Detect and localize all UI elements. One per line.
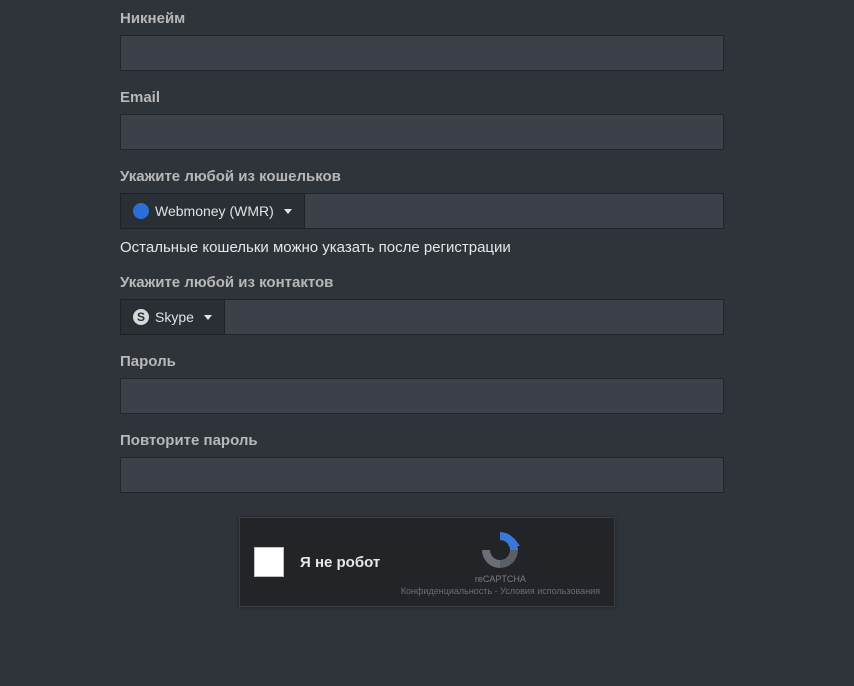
field-wallet: Укажите любой из кошельков Webmoney (WMR… [120, 168, 724, 256]
email-input[interactable] [120, 114, 724, 150]
chevron-down-icon [284, 209, 292, 214]
contact-dropdown[interactable]: S Skype [120, 299, 225, 335]
field-password: Пароль [120, 353, 724, 414]
contact-selected: Skype [155, 309, 194, 325]
password-repeat-input[interactable] [120, 457, 724, 493]
contact-input[interactable] [225, 299, 724, 335]
wallet-label: Укажите любой из кошельков [120, 168, 724, 185]
chevron-down-icon [204, 315, 212, 320]
webmoney-icon [133, 203, 149, 219]
recaptcha-widget: Я не робот reCAPTCHA Конфиденциальность … [239, 517, 615, 607]
wallet-hint: Остальные кошельки можно указать после р… [120, 239, 724, 256]
field-nickname: Никнейм [120, 10, 724, 71]
field-email: Email [120, 89, 724, 150]
recaptcha-brand: reCAPTCHA [401, 574, 600, 584]
password-label: Пароль [120, 353, 724, 370]
registration-form: Никнейм Email Укажите любой из кошельков… [0, 0, 854, 607]
wallet-selected: Webmoney (WMR) [155, 203, 274, 219]
recaptcha-branding: reCAPTCHA Конфиденциальность - Условия и… [401, 528, 600, 596]
recaptcha-checkbox[interactable] [254, 547, 284, 577]
field-password-repeat: Повторите пароль [120, 432, 724, 493]
recaptcha-links[interactable]: Конфиденциальность - Условия использован… [401, 586, 600, 596]
recaptcha-label: Я не робот [300, 554, 401, 571]
recaptcha-logo-icon [478, 528, 522, 572]
wallet-dropdown[interactable]: Webmoney (WMR) [120, 193, 305, 229]
nickname-input[interactable] [120, 35, 724, 71]
skype-icon: S [133, 309, 149, 325]
recaptcha-container: Я не робот reCAPTCHA Конфиденциальность … [0, 517, 854, 607]
password-input[interactable] [120, 378, 724, 414]
nickname-label: Никнейм [120, 10, 724, 27]
contact-label: Укажите любой из контактов [120, 274, 724, 291]
wallet-input[interactable] [305, 193, 724, 229]
field-contact: Укажите любой из контактов S Skype [120, 274, 724, 335]
password-repeat-label: Повторите пароль [120, 432, 724, 449]
email-label: Email [120, 89, 724, 106]
